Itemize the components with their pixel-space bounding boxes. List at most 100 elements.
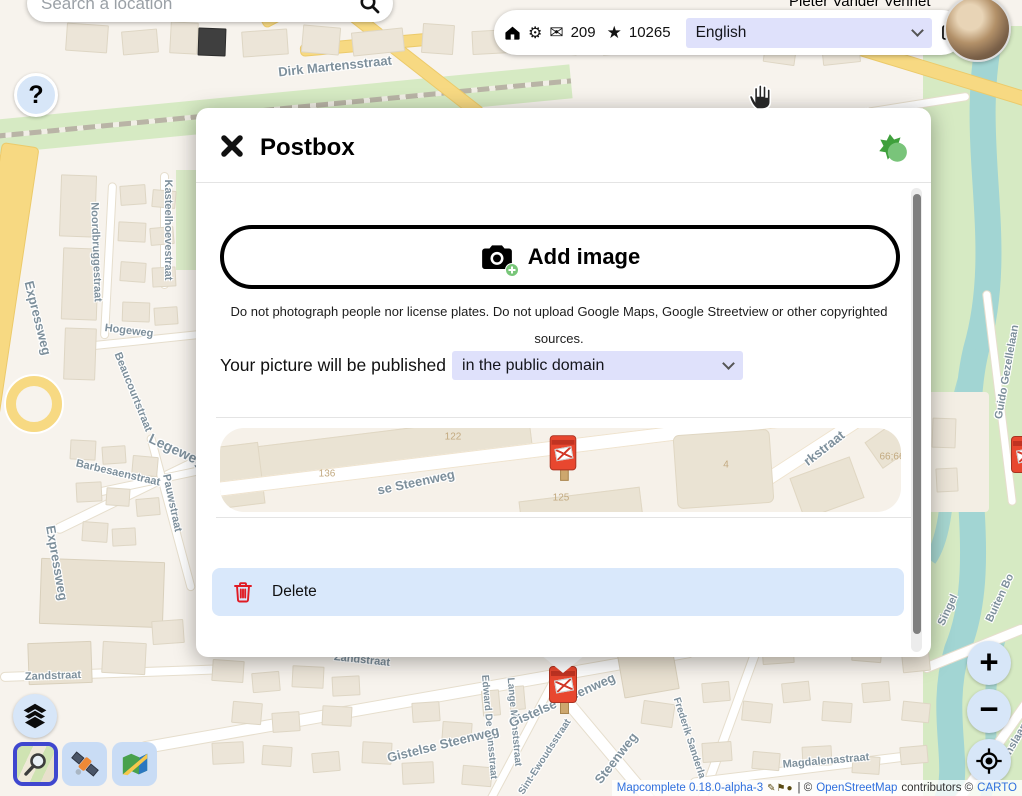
user-name: Pieter Vander Vennet: [789, 0, 931, 10]
close-icon: [218, 132, 246, 160]
building: [251, 671, 281, 693]
minimap-postbox-marker[interactable]: [550, 435, 577, 481]
dialog-scrollbar[interactable]: [911, 188, 922, 652]
zoom-in-button[interactable]: +: [967, 641, 1011, 685]
postbox-marker-edge[interactable]: [1011, 436, 1022, 484]
envelope-glyph: [554, 678, 574, 694]
building: [151, 619, 185, 645]
camera-icon: [480, 242, 514, 272]
building: [122, 302, 151, 323]
home-icon[interactable]: [504, 25, 521, 41]
user-toolbar: ⚙ ✉ 209 ★ 10265 English: [494, 10, 964, 55]
building: [508, 685, 526, 710]
building: [701, 681, 731, 703]
building: [153, 306, 178, 326]
layers-button[interactable]: [13, 694, 57, 738]
section-divider: [216, 517, 911, 518]
building: [211, 659, 244, 683]
chevron-down-icon: [722, 357, 735, 370]
building: [331, 675, 360, 696]
roundabout: [6, 376, 62, 432]
building: [61, 247, 99, 320]
building: [781, 681, 811, 704]
building: [117, 221, 146, 242]
search-input[interactable]: [27, 0, 359, 14]
license-select[interactable]: in the public domain: [452, 351, 743, 380]
building: [421, 23, 455, 55]
building: [261, 745, 292, 767]
road-noordbruggestraat: [100, 182, 117, 339]
building: [751, 751, 780, 771]
building: [151, 266, 176, 287]
magnifier-icon: [23, 751, 49, 777]
building: [101, 641, 147, 675]
building: [65, 23, 109, 54]
building: [59, 174, 97, 237]
background-layer-satellite-button[interactable]: [62, 742, 107, 786]
header-divider: [196, 182, 931, 183]
building: [101, 445, 126, 465]
messages-envelope-icon[interactable]: ✉: [549, 23, 563, 43]
attribution-contributors: contributors ©: [901, 782, 973, 794]
building: [931, 418, 956, 449]
help-button[interactable]: ?: [14, 73, 58, 117]
building: [119, 261, 146, 283]
mapcomplete-version-link[interactable]: Mapcomplete 0.18.0-alpha-3: [617, 782, 763, 794]
attribution-badge-icons: ✎⚑●: [767, 783, 793, 794]
attribution-bar: Mapcomplete 0.18.0-alpha-3 ✎⚑● | © OpenS…: [612, 780, 1022, 796]
building: [241, 28, 289, 57]
satellite-icon: [70, 749, 100, 779]
license-note: Do not photograph people nor license pla…: [216, 298, 902, 352]
star-icon[interactable]: ★: [607, 23, 622, 43]
postbox-marker[interactable]: [549, 666, 577, 714]
building: [640, 700, 675, 728]
stars-count: 10265: [629, 24, 671, 41]
street-label: Beaucourtstraat: [112, 351, 155, 434]
carto-link[interactable]: CARTO: [977, 782, 1017, 794]
background-layer-map-button[interactable]: [112, 742, 157, 786]
building: [935, 467, 958, 492]
publish-label: Your picture will be published: [220, 355, 446, 376]
building: [899, 745, 928, 765]
folded-map-icon: [120, 749, 150, 779]
chevron-down-icon: [911, 24, 924, 37]
zoom-out-button[interactable]: −: [967, 689, 1011, 733]
openstreetmap-link[interactable]: OpenStreetMap: [816, 782, 897, 794]
building: [311, 751, 341, 773]
building: [112, 527, 137, 546]
language-select[interactable]: English: [686, 18, 932, 48]
building: [411, 701, 440, 723]
delete-button[interactable]: Delete: [212, 568, 904, 616]
building: [271, 711, 300, 733]
background-layer-osm-button[interactable]: [13, 742, 58, 786]
close-button[interactable]: [218, 132, 246, 160]
building: [131, 455, 159, 477]
building: [231, 701, 263, 726]
location-minimap[interactable]: 122136se Steenweg1254rkstraat66;66: [220, 428, 901, 512]
crosshair-icon: [975, 747, 1003, 775]
building: [151, 189, 176, 209]
add-image-button[interactable]: Add image: [220, 225, 900, 289]
trash-icon: [232, 580, 254, 604]
building: [361, 741, 392, 765]
hand-cursor: [744, 80, 776, 112]
building: [63, 327, 97, 380]
building: [211, 741, 244, 765]
scrollbar-thumb[interactable]: [913, 194, 921, 634]
building: [27, 641, 92, 685]
search-icon[interactable]: [359, 0, 381, 15]
building: [135, 497, 160, 517]
settings-gear-icon[interactable]: ⚙: [528, 23, 542, 43]
publish-row: Your picture will be published in the pu…: [220, 351, 743, 380]
delete-label: Delete: [272, 583, 317, 601]
add-image-label: Add image: [528, 244, 640, 270]
building: [69, 439, 96, 460]
building: [481, 689, 501, 716]
dialog-title: Postbox: [260, 134, 355, 162]
street-label: Expressweg: [22, 279, 55, 356]
building: [291, 665, 324, 689]
building: [119, 184, 146, 206]
messages-count: 209: [571, 24, 596, 41]
geolocate-button[interactable]: [967, 739, 1011, 783]
search-bar: [27, 0, 393, 22]
